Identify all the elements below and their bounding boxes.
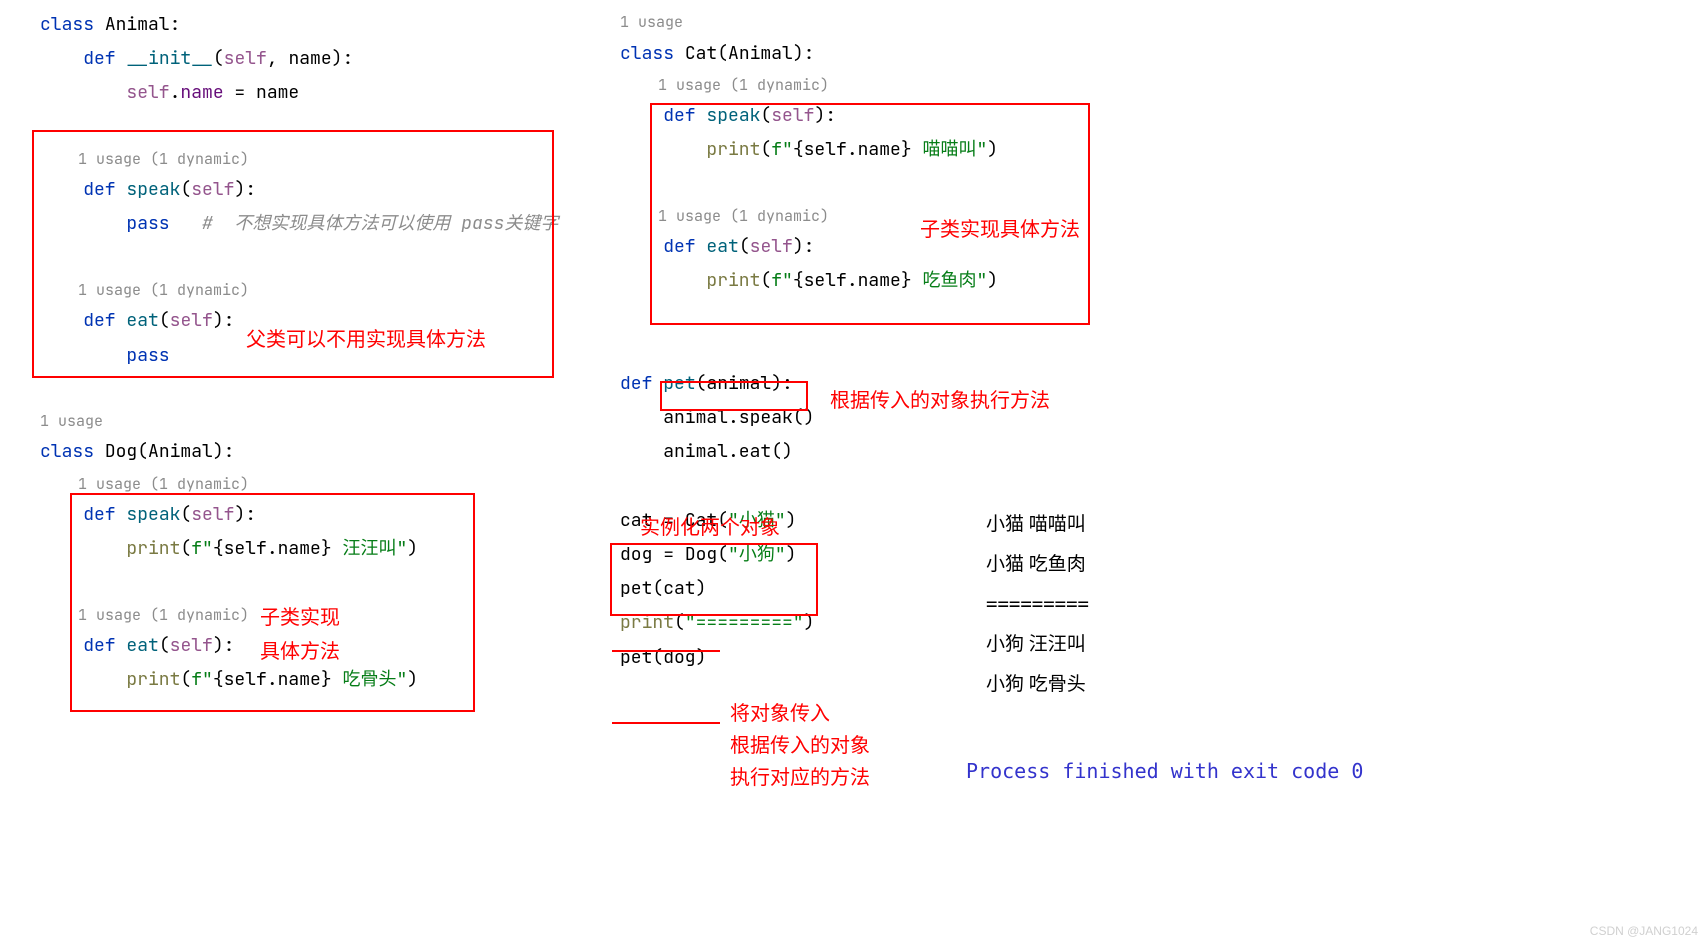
program-output: 小猫 喵喵叫 小猫 吃鱼肉 ========= 小狗 汪汪叫 小狗 吃骨头 <box>986 505 1089 704</box>
annotation-box <box>610 543 818 616</box>
annotation-text: 具体方法 <box>260 636 340 668</box>
code-line: animal.eat() <box>620 435 998 469</box>
usage-hint: 1 usage <box>40 407 558 436</box>
code-line: class Cat(Animal): <box>620 37 998 71</box>
annotation-text: 将对象传入 <box>730 698 830 730</box>
annotation-text: 实例化两个对象 <box>640 512 780 544</box>
annotation-text: 子类实现具体方法 <box>920 214 1080 246</box>
annotation-box <box>660 381 808 411</box>
output-line: 小猫 喵喵叫 <box>986 505 1089 545</box>
annotation-text: 父类可以不用实现具体方法 <box>246 324 486 356</box>
code-line: pet(dog) <box>620 641 998 675</box>
code-line: def __init__(self, name): <box>40 42 558 76</box>
code-line: class Dog(Animal): <box>40 435 558 469</box>
usage-hint: 1 usage (1 dynamic) <box>620 71 998 100</box>
watermark: CSDN @JANG1024 <box>1590 920 1698 943</box>
output-line: 小狗 吃骨头 <box>986 665 1089 705</box>
usage-hint: 1 usage <box>620 8 998 37</box>
annotation-underline <box>612 650 720 652</box>
annotation-text: 根据传入的对象 <box>730 730 870 762</box>
code-line: class Animal: <box>40 8 558 42</box>
code-line: self.name = name <box>40 76 558 110</box>
annotation-text: 根据传入的对象执行方法 <box>830 385 1050 417</box>
annotation-underline <box>612 722 720 724</box>
output-line: 小猫 吃鱼肉 <box>986 545 1089 585</box>
annotation-text: 子类实现 <box>260 602 340 634</box>
exit-message: Process finished with exit code 0 <box>966 752 1363 790</box>
annotation-text: 执行对应的方法 <box>730 762 870 794</box>
output-line: ========= <box>986 585 1089 625</box>
output-line: 小狗 汪汪叫 <box>986 625 1089 665</box>
